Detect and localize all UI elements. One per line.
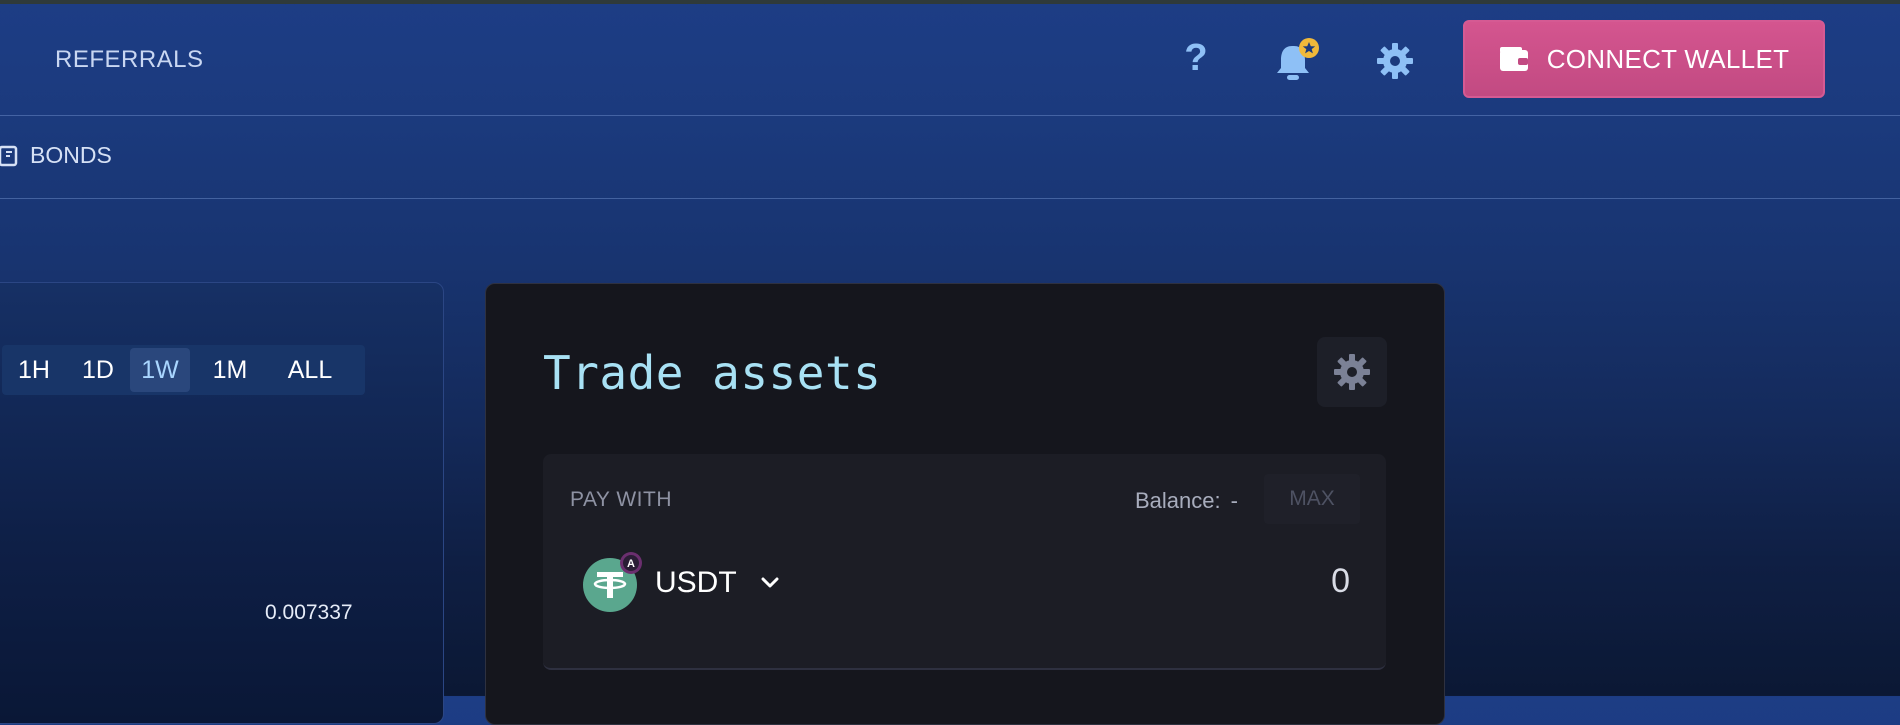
trade-settings-button[interactable] xyxy=(1317,337,1387,407)
chevron-down-icon xyxy=(761,577,779,589)
amount-input[interactable]: 0 xyxy=(1331,562,1350,601)
pay-with-section: PAY WITH Balance: - MAX A USDT 0 xyxy=(543,454,1386,670)
usdt-icon: A xyxy=(583,552,642,612)
header-divider xyxy=(0,115,1900,116)
range-button-1d[interactable]: 1D xyxy=(66,348,130,392)
balance-value: - xyxy=(1230,488,1238,513)
trade-panel: Trade assets PAY WITH Balance: - MAX A U… xyxy=(485,283,1445,725)
connect-wallet-label: CONNECT WALLET xyxy=(1546,43,1790,74)
token-badge-letter: A xyxy=(627,558,635,570)
notifications-button[interactable] xyxy=(1272,36,1324,86)
nav-bonds-label: BONDS xyxy=(30,142,112,168)
range-button-1m[interactable]: 1M xyxy=(190,348,270,392)
help-button[interactable]: ? xyxy=(1176,34,1216,82)
time-range-selector: 1H 1D 1W 1M ALL xyxy=(2,345,365,395)
token-symbol: USDT xyxy=(655,566,737,599)
range-button-1w[interactable]: 1W xyxy=(130,348,190,392)
balance-readout: Balance: - xyxy=(1135,488,1238,514)
nav-link-bonds[interactable]: BONDS xyxy=(0,142,112,169)
top-edge-strip xyxy=(0,0,1900,4)
gear-icon xyxy=(1334,354,1370,390)
wallet-icon xyxy=(1499,47,1528,71)
pay-with-label: PAY WITH xyxy=(570,488,673,511)
nav-link-referrals[interactable]: REFERRALS xyxy=(55,46,204,74)
subnav-divider xyxy=(0,198,1900,199)
usdt-logo: A xyxy=(581,552,643,614)
balance-label: Balance: xyxy=(1135,488,1221,513)
chart-price-label: 0.007337 xyxy=(265,601,353,624)
range-button-1h[interactable]: 1H xyxy=(2,348,66,392)
bonds-icon xyxy=(0,145,18,166)
settings-button[interactable] xyxy=(1374,40,1416,82)
gear-icon xyxy=(1377,43,1413,79)
token-selector[interactable]: A USDT xyxy=(581,552,779,614)
bell-icon xyxy=(1277,38,1319,80)
price-chart-panel: 1H 1D 1W 1M ALL 0.007337 xyxy=(0,282,444,724)
connect-wallet-button[interactable]: CONNECT WALLET xyxy=(1463,20,1825,98)
max-button[interactable]: MAX xyxy=(1264,474,1360,524)
help-icon: ? xyxy=(1184,36,1208,79)
trade-title: Trade assets xyxy=(543,346,882,400)
range-button-all[interactable]: ALL xyxy=(270,348,350,392)
